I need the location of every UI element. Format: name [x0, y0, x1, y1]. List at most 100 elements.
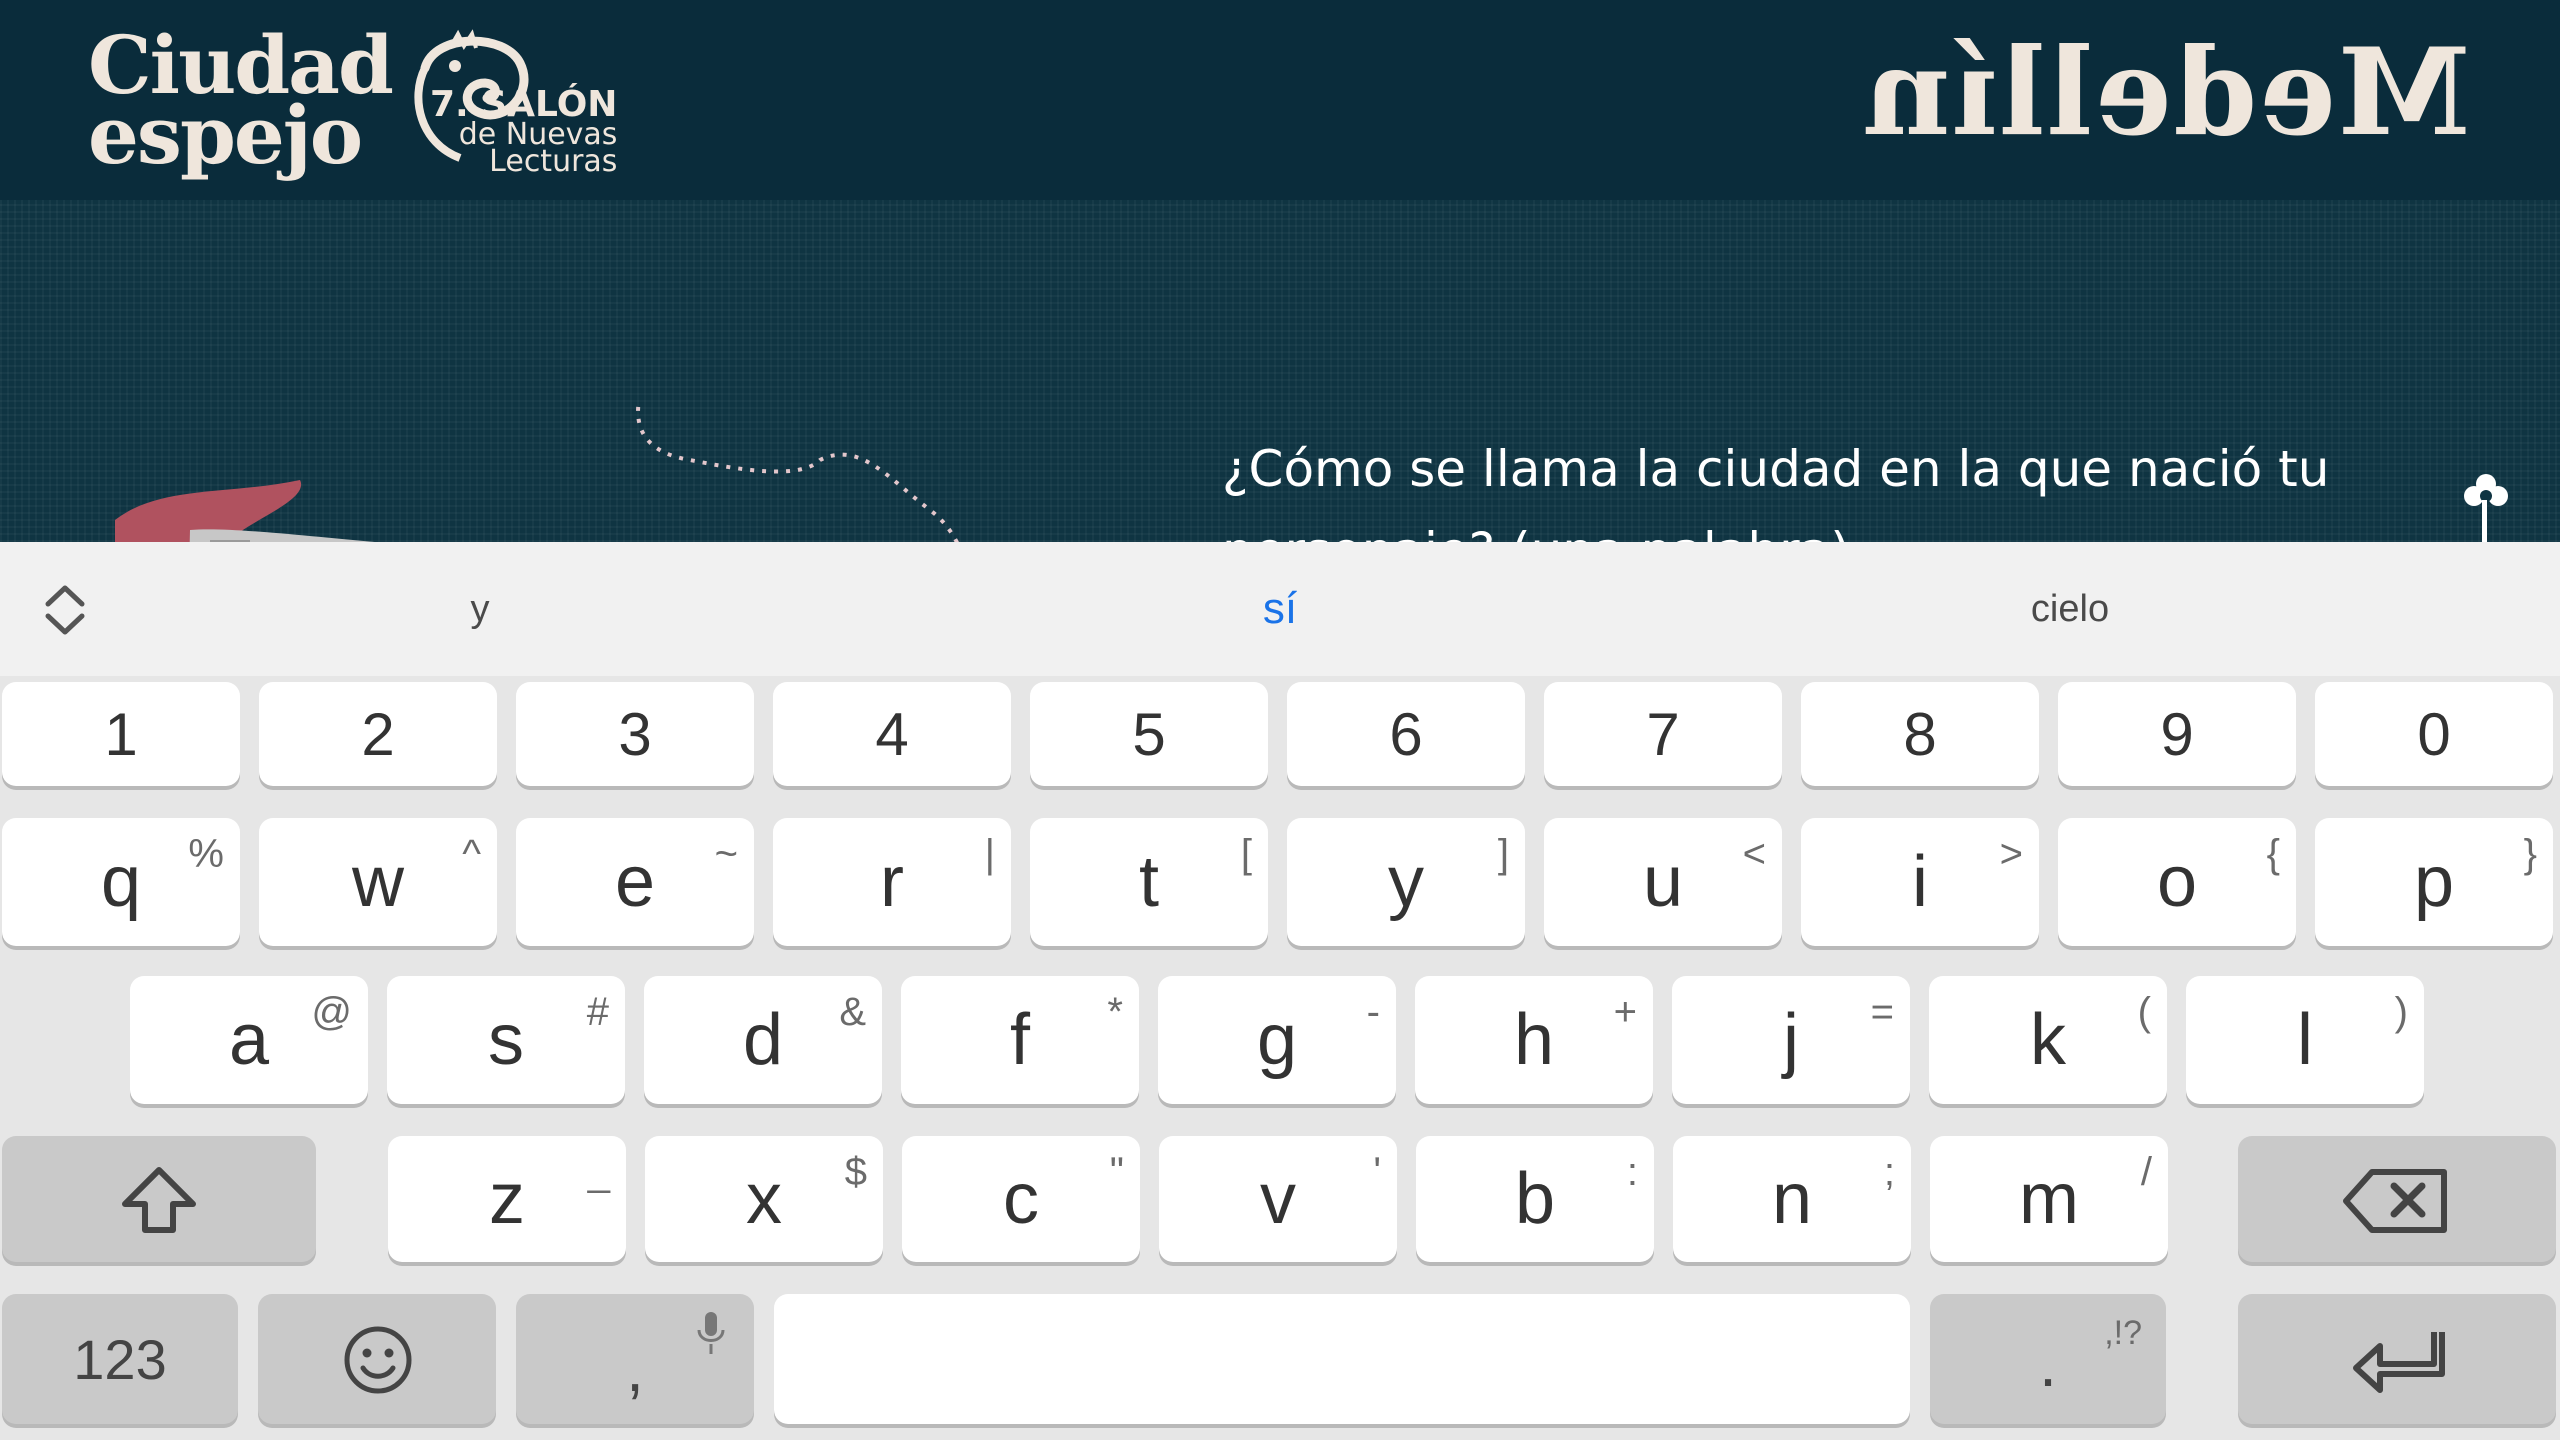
key-alt-symbol: +: [1613, 990, 1637, 1034]
key-7[interactable]: 7: [1544, 682, 1782, 786]
key-d[interactable]: d &: [644, 976, 882, 1104]
key-0[interactable]: 0: [2315, 682, 2553, 786]
key-label: 8: [1903, 700, 1937, 768]
question-panel: ¿Cómo se llama la ciudad en la que nació…: [0, 200, 2560, 542]
key-l[interactable]: l): [2186, 976, 2424, 1104]
mic-icon: [697, 1312, 725, 1354]
key-8[interactable]: 8: [1801, 682, 2039, 786]
question-text: ¿Cómo se llama la ciudad en la que nació…: [1222, 440, 2330, 542]
key-f[interactable]: f *: [901, 976, 1139, 1104]
key-label: 2: [361, 700, 395, 768]
key-s[interactable]: s #: [387, 976, 625, 1104]
key-alt-symbol: _: [587, 1150, 610, 1194]
key-label: 0: [2417, 700, 2451, 768]
key-5[interactable]: 5: [1030, 682, 1268, 786]
key-alt-symbol: }: [2523, 832, 2537, 876]
period-key[interactable]: . ,!?: [1930, 1294, 2166, 1424]
key-c[interactable]: c ": [902, 1136, 1140, 1262]
key-o[interactable]: o{: [2058, 818, 2296, 946]
key-label: 3: [618, 700, 652, 768]
key-label: f: [1009, 1000, 1030, 1080]
key-alt-symbol: *: [1107, 990, 1123, 1034]
app-view: Ciudad espejo 7. SALÓN de Nuevas Lectura…: [0, 0, 2560, 542]
key-i[interactable]: i >: [1801, 818, 2039, 946]
key-alt-symbol: =: [1870, 990, 1894, 1034]
key-4[interactable]: 4: [773, 682, 1011, 786]
key-alt-symbol: <: [1742, 832, 1766, 876]
key-3[interactable]: 3: [516, 682, 754, 786]
key-label: 9: [2160, 700, 2194, 768]
key-b[interactable]: b:: [1416, 1136, 1654, 1262]
space-bar[interactable]: [774, 1294, 1910, 1424]
building-collage-illustration: [115, 400, 959, 542]
key-a[interactable]: a @: [130, 976, 368, 1104]
key-t[interactable]: t[: [1030, 818, 1268, 946]
app-header: Ciudad espejo 7. SALÓN de Nuevas Lectura…: [0, 0, 2560, 200]
key-q[interactable]: q%: [2, 818, 240, 946]
suggestion-left[interactable]: y: [220, 542, 740, 676]
period-key-alt: ,!?: [2104, 1314, 2142, 1352]
key-e[interactable]: e ~: [516, 818, 754, 946]
key-alt-symbol: ~: [714, 832, 738, 876]
key-g[interactable]: g-: [1158, 976, 1396, 1104]
key-2[interactable]: 2: [259, 682, 497, 786]
key-label: 4: [875, 700, 909, 768]
key-label: 1: [104, 700, 138, 768]
comma-key[interactable]: ,: [516, 1294, 754, 1424]
key-x[interactable]: x $: [645, 1136, 883, 1262]
shift-key[interactable]: [2, 1136, 316, 1262]
key-label: 7: [1646, 700, 1680, 768]
key-n[interactable]: n;: [1673, 1136, 1911, 1262]
key-alt-symbol: &: [839, 990, 866, 1034]
emoji-icon: [344, 1326, 412, 1394]
suggestion-middle[interactable]: sí: [1020, 542, 1540, 676]
suggestion-strip: y sí cielo: [0, 542, 2560, 676]
keyboard-toggle-icon[interactable]: [40, 580, 90, 640]
key-m[interactable]: m /: [1930, 1136, 2168, 1262]
shift-icon: [122, 1167, 196, 1233]
key-v[interactable]: v ': [1159, 1136, 1397, 1262]
key-r[interactable]: r |: [773, 818, 1011, 946]
key-y[interactable]: y]: [1287, 818, 1525, 946]
enter-key[interactable]: [2238, 1294, 2556, 1424]
key-j[interactable]: j =: [1672, 976, 1910, 1104]
key-p[interactable]: p}: [2315, 818, 2553, 946]
key-label: n: [1771, 1159, 1813, 1239]
key-label: p: [2413, 842, 2455, 922]
symbols-key[interactable]: 123: [2, 1294, 238, 1424]
key-alt-symbol: >: [1999, 832, 2023, 876]
symbols-key-label: 123: [73, 1327, 167, 1391]
emoji-key[interactable]: [258, 1294, 496, 1424]
key-alt-symbol: ;: [1883, 1150, 1895, 1194]
key-alt-symbol: {: [2266, 832, 2280, 876]
key-1[interactable]: 1: [2, 682, 240, 786]
key-alt-symbol: #: [586, 990, 609, 1034]
key-9[interactable]: 9: [2058, 682, 2296, 786]
key-z[interactable]: z _: [388, 1136, 626, 1262]
key-label: 5: [1132, 700, 1166, 768]
key-k[interactable]: k(: [1929, 976, 2167, 1104]
key-alt-symbol: ": [1109, 1150, 1124, 1194]
key-u[interactable]: u <: [1544, 818, 1782, 946]
key-label: t: [1138, 842, 1159, 922]
ciudad-espejo-logo: Ciudad espejo: [88, 18, 394, 182]
backspace-key[interactable]: [2238, 1136, 2556, 1262]
suggestion-right[interactable]: cielo: [1810, 542, 2330, 676]
key-label: m: [2019, 1159, 2079, 1239]
key-label: r: [880, 842, 904, 922]
key-label: y: [1388, 842, 1424, 922]
key-alt-symbol: (: [2137, 990, 2151, 1034]
key-w[interactable]: w ^: [259, 818, 497, 946]
key-alt-symbol: @: [311, 990, 352, 1034]
key-alt-symbol: ': [1373, 1150, 1381, 1194]
salon-nuevas-lecturas-logo: 7. SALÓN de Nuevas Lecturas: [430, 84, 618, 179]
key-label: g: [1256, 1000, 1298, 1080]
key-6[interactable]: 6: [1287, 682, 1525, 786]
key-alt-symbol: ]: [1497, 832, 1509, 876]
key-label: v: [1260, 1159, 1296, 1239]
key-alt-symbol: ): [2394, 990, 2408, 1034]
key-h[interactable]: h +: [1415, 976, 1653, 1104]
enter-icon: [2353, 1332, 2445, 1393]
key-label: l: [2297, 1000, 2313, 1080]
key-alt-symbol: %: [188, 832, 224, 876]
